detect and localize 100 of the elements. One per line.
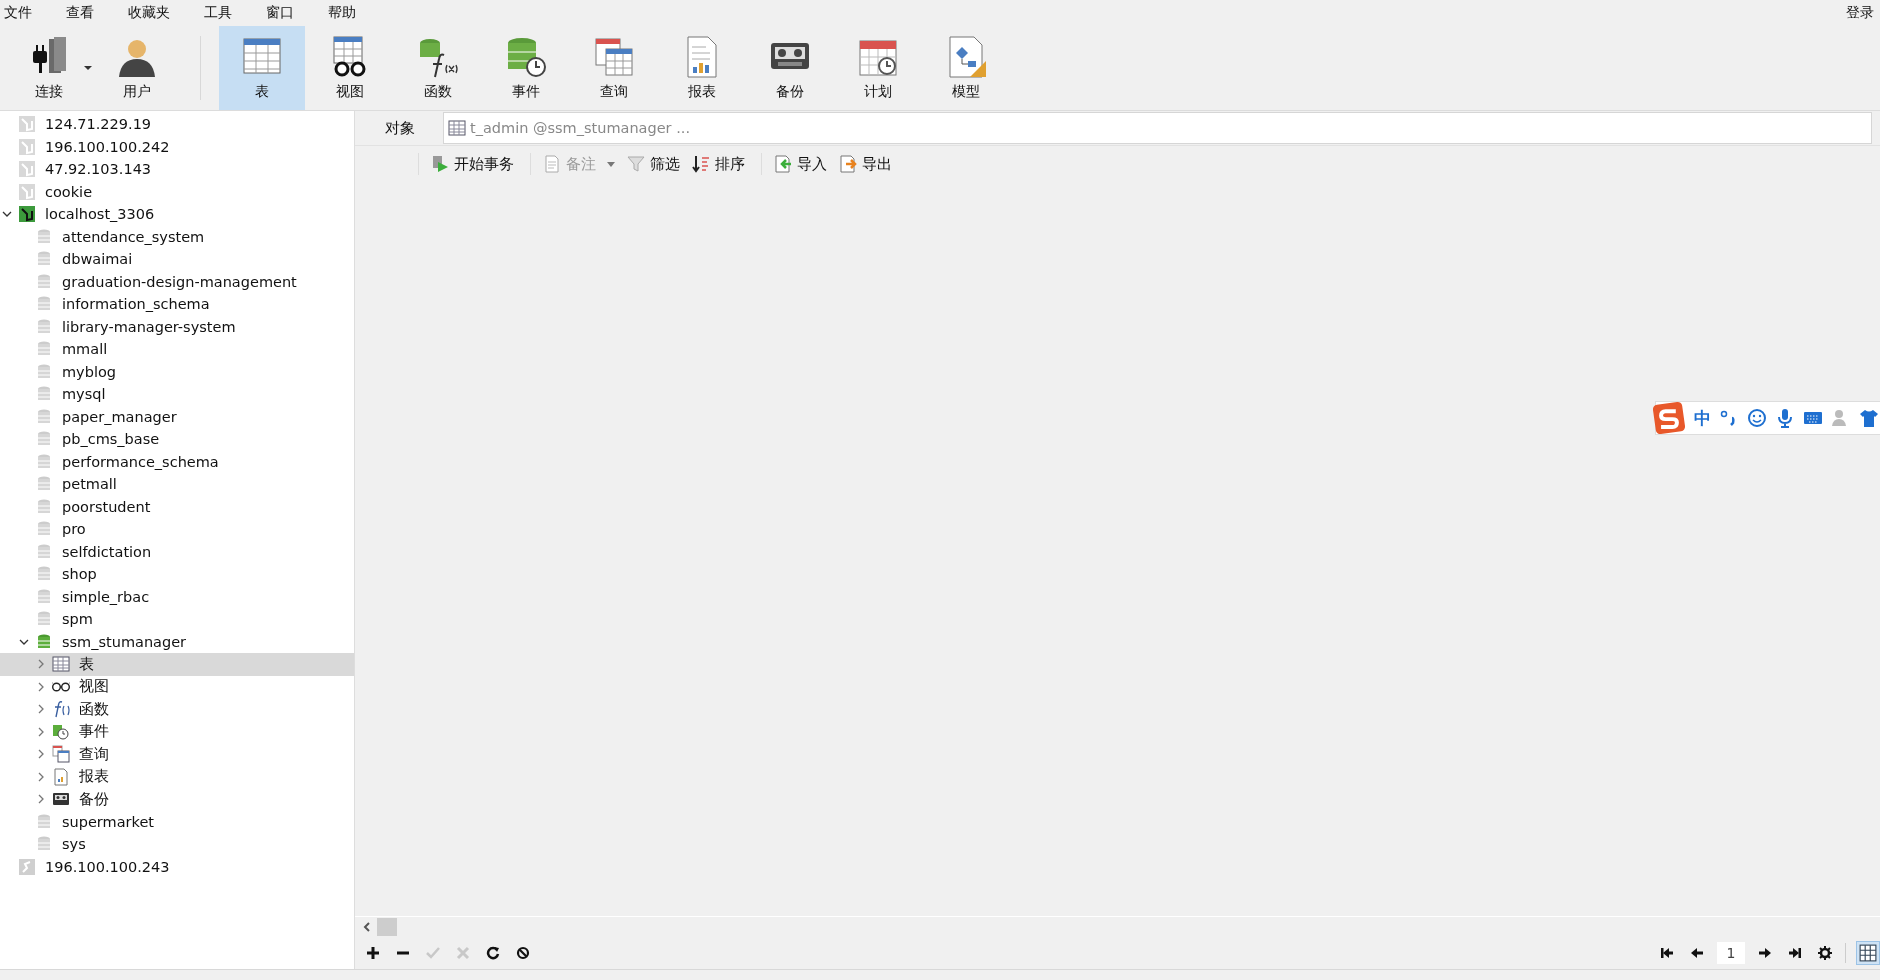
tree-item[interactable]: cookie [0, 180, 354, 203]
toolbar-button[interactable]: 报表 [659, 26, 745, 110]
grid-icon [1859, 944, 1877, 962]
server-icon [18, 115, 36, 134]
toolbar-button[interactable]: 备份 [747, 26, 833, 110]
export-icon [839, 155, 857, 173]
toolbar-button[interactable]: 函数 [395, 26, 481, 110]
chevron-right-icon[interactable] [36, 659, 46, 670]
tree-item[interactable]: ssm_stumanager [0, 630, 354, 653]
function-icon [52, 700, 70, 719]
tree-item[interactable]: 报表 [0, 765, 354, 788]
menu-item[interactable]: 窗口 [264, 4, 306, 22]
toolbar-button[interactable]: 表 [219, 26, 305, 110]
event-icon [52, 722, 70, 741]
database-icon [35, 542, 53, 561]
tree-item[interactable]: performance_schema [0, 450, 354, 473]
tree-item[interactable]: 事件 [0, 720, 354, 743]
database-icon [35, 272, 53, 291]
tree-item[interactable]: simple_rbac [0, 585, 354, 608]
emoji-icon[interactable] [1747, 408, 1767, 428]
tree-item[interactable]: 124.71.229.19 [0, 113, 354, 136]
tree-item[interactable]: sys [0, 833, 354, 856]
toolbar-button[interactable]: 连接 [6, 26, 92, 110]
import-icon [774, 155, 792, 173]
tree-item[interactable]: 函数 [0, 698, 354, 721]
tree-item[interactable]: pb_cms_base [0, 428, 354, 451]
toolbar-button[interactable]: 模型 [923, 26, 1009, 110]
refresh-icon [486, 946, 500, 960]
tree-item[interactable]: pro [0, 518, 354, 541]
grid-view-button[interactable] [1856, 941, 1880, 965]
login-link[interactable]: 登录 [1846, 4, 1874, 22]
tree-item[interactable]: spm [0, 608, 354, 631]
toolbar-button[interactable]: 导出 [835, 152, 896, 176]
server-icon [18, 137, 36, 156]
page-number-field[interactable]: 1 [1717, 942, 1745, 964]
tree-item[interactable]: attendance_system [0, 225, 354, 248]
toolbar-button[interactable]: 计划 [835, 26, 921, 110]
apply-icon [426, 946, 440, 960]
table-icon [52, 655, 70, 674]
toolbar-button[interactable]: 开始事务 [427, 152, 518, 176]
tree-item[interactable]: mysql [0, 383, 354, 406]
tree-item[interactable]: library-manager-system [0, 315, 354, 338]
discard-icon [456, 946, 470, 960]
tree-item[interactable]: 查询 [0, 743, 354, 766]
settings-button[interactable] [1815, 943, 1835, 963]
add-icon [366, 946, 380, 960]
tree-item[interactable]: 视图 [0, 675, 354, 698]
toolbar-button[interactable]: 查询 [571, 26, 657, 110]
tree-item[interactable]: 47.92.103.143 [0, 158, 354, 181]
chevron-right-icon[interactable] [36, 771, 46, 782]
report-icon [52, 767, 70, 786]
toolbar-button[interactable]: 筛选 [623, 152, 684, 176]
tree-item[interactable]: poorstudent [0, 495, 354, 518]
toolbar-button[interactable]: 视图 [307, 26, 393, 110]
tree-item[interactable]: supermarket [0, 810, 354, 833]
stop-icon [516, 946, 530, 960]
tree-item[interactable]: 备份 [0, 788, 354, 811]
tree-item[interactable]: petmall [0, 473, 354, 496]
tree-item[interactable]: shop [0, 563, 354, 586]
scroll-left-icon[interactable] [363, 922, 371, 932]
tree-item[interactable]: localhost_3306 [0, 203, 354, 226]
menu-item[interactable]: 收藏夹 [126, 4, 182, 22]
tree-item[interactable]: dbwaimai [0, 248, 354, 271]
transaction-icon [431, 155, 449, 173]
tree-item[interactable]: information_schema [0, 293, 354, 316]
shirt-icon[interactable] [1859, 408, 1879, 428]
menu-item[interactable]: 查看 [64, 4, 106, 22]
objects-label: 对象 [385, 118, 415, 138]
menu-item[interactable]: 工具 [202, 4, 244, 22]
menu-item[interactable]: 文件 [2, 4, 44, 22]
chevron-right-icon[interactable] [36, 749, 46, 760]
chevron-right-icon[interactable] [36, 704, 46, 715]
server-icon [18, 160, 36, 179]
database-icon [35, 317, 53, 336]
tree-item[interactable]: 表 [0, 653, 354, 676]
chevron-right-icon[interactable] [36, 794, 46, 805]
tree-item[interactable]: 196.100.100.242 [0, 135, 354, 158]
toolbar-button[interactable]: 用户 [94, 26, 180, 110]
right-arrow-icon [1758, 946, 1772, 960]
chevron-right-icon[interactable] [36, 681, 46, 692]
scrollbar-thumb[interactable] [377, 918, 397, 936]
tree-item[interactable]: graduation-design-management [0, 270, 354, 293]
toolbar-button[interactable]: 事件 [483, 26, 569, 110]
toolbar-button[interactable]: 导入 [770, 152, 831, 176]
ime-logo-icon[interactable] [1652, 401, 1686, 435]
server-icon [18, 857, 36, 876]
chevron-right-icon[interactable] [36, 726, 46, 737]
toolbar-button[interactable]: 排序 [688, 152, 749, 176]
menu-item[interactable]: 帮助 [326, 4, 368, 22]
object-tab[interactable]: t_admin @ssm_stumanager ... [443, 112, 1872, 144]
table-icon [448, 119, 466, 137]
last-page-icon [1788, 946, 1802, 960]
tree-item[interactable]: mmall [0, 338, 354, 361]
input-mode-toggle[interactable]: 中 [1694, 406, 1711, 430]
tree-item[interactable]: myblog [0, 360, 354, 383]
database-icon [35, 362, 53, 381]
microphone-icon[interactable] [1775, 408, 1795, 428]
tree-item[interactable]: 196.100.100.243 [0, 855, 354, 878]
tree-item[interactable]: paper_manager [0, 405, 354, 428]
tree-item[interactable]: selfdictation [0, 540, 354, 563]
